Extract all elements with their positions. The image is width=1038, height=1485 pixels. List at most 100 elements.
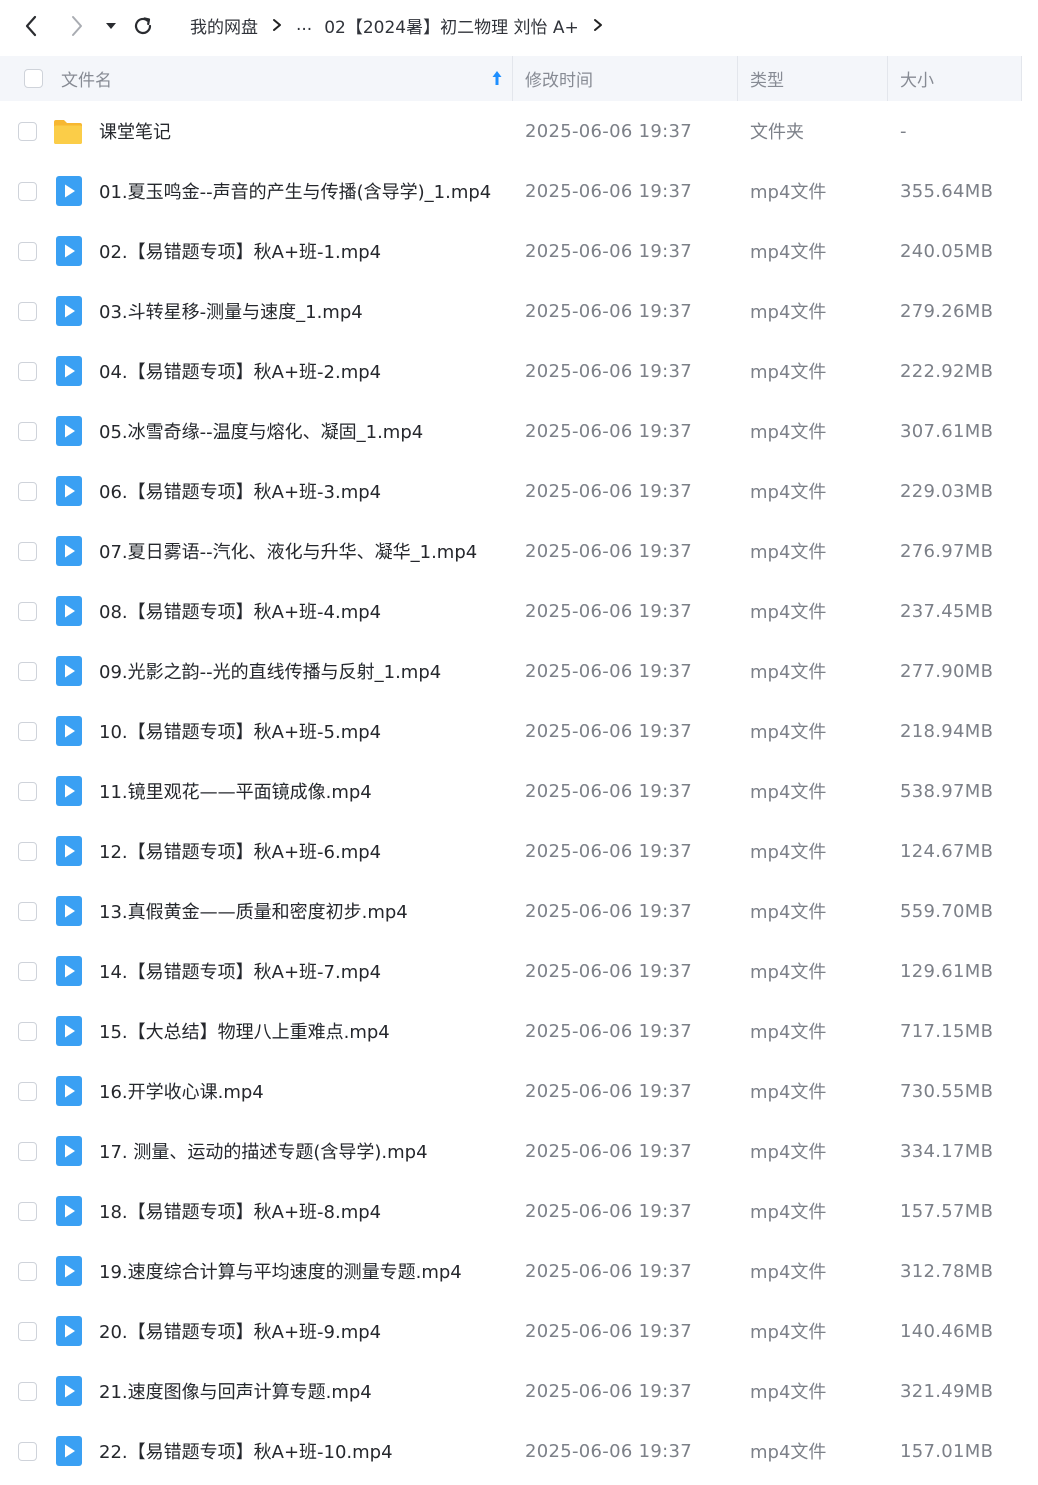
refresh-icon [134, 17, 152, 35]
file-name[interactable]: 04.【易错题专项】秋A+班-2.mp4 [99, 341, 381, 401]
file-type: mp4文件 [750, 542, 827, 563]
file-list-header: 文件名 修改时间 类型 大小 [0, 56, 1022, 101]
column-divider[interactable] [737, 56, 738, 101]
file-type: mp4文件 [750, 902, 827, 923]
file-row[interactable]: 22.【易错题专项】秋A+班-10.mp4 2025-06-06 19:37 mp4… [0, 1421, 1022, 1481]
column-divider[interactable] [887, 56, 888, 101]
file-name[interactable]: 01.夏玉鸣金--声音的产生与传播(含导学)_1.mp4 [99, 161, 491, 221]
row-checkbox[interactable] [18, 302, 37, 321]
file-name[interactable]: 03.斗转星移-测量与速度_1.mp4 [99, 281, 363, 341]
file-size: 307.61MB [900, 420, 994, 442]
file-name[interactable]: 21.速度图像与回声计算专题.mp4 [99, 1361, 372, 1421]
row-checkbox[interactable] [18, 1322, 37, 1341]
file-row[interactable]: 14.【易错题专项】秋A+班-7.mp4 2025-06-06 19:37 mp4文… [0, 941, 1022, 1001]
file-name[interactable]: 13.真假黄金——质量和密度初步.mp4 [99, 881, 408, 941]
file-name[interactable]: 08.【易错题专项】秋A+班-4.mp4 [99, 581, 381, 641]
row-checkbox[interactable] [18, 962, 37, 981]
file-row[interactable]: 02.【易错题专项】秋A+班-1.mp4 2025-06-06 19:37 mp4文… [0, 221, 1022, 281]
file-row[interactable]: 04.【易错题专项】秋A+班-2.mp4 2025-06-06 19:37 mp4文… [0, 341, 1022, 401]
file-name[interactable]: 06.【易错题专项】秋A+班-3.mp4 [99, 461, 381, 521]
file-row[interactable]: 08.【易错题专项】秋A+班-4.mp4 2025-06-06 19:37 mp4文… [0, 581, 1022, 641]
row-checkbox[interactable] [18, 722, 37, 741]
file-name[interactable]: 17. 测量、运动的描述专题(含导学).mp4 [99, 1121, 428, 1181]
file-row[interactable]: 课堂笔记 2025-06-06 19:37 文件夹 - [0, 101, 1022, 161]
file-row[interactable]: 17. 测量、运动的描述专题(含导学).mp4 2025-06-06 19:37 m… [0, 1121, 1022, 1181]
row-checkbox[interactable] [18, 482, 37, 501]
column-header-name[interactable]: 文件名 [61, 56, 112, 101]
file-name[interactable]: 02.【易错题专项】秋A+班-1.mp4 [99, 221, 381, 281]
row-checkbox[interactable] [18, 542, 37, 561]
file-modified-time: 2025-06-06 19:37 [525, 120, 693, 142]
row-checkbox[interactable] [18, 902, 37, 921]
file-row[interactable]: 21.速度图像与回声计算专题.mp4 2025-06-06 19:37 mp4文件 3… [0, 1361, 1022, 1421]
row-checkbox[interactable] [18, 662, 37, 681]
breadcrumb-current[interactable]: 02【2024暑】初二物理 刘怡 A+ [324, 13, 579, 38]
file-row[interactable]: 18.【易错题专项】秋A+班-8.mp4 2025-06-06 19:37 mp4文… [0, 1181, 1022, 1241]
file-name[interactable]: 14.【易错题专项】秋A+班-7.mp4 [99, 941, 381, 1001]
file-name[interactable]: 09.光影之韵--光的直线传播与反射_1.mp4 [99, 641, 441, 701]
column-divider[interactable] [1021, 56, 1022, 101]
file-name[interactable]: 07.夏日雾语--汽化、液化与升华、凝华_1.mp4 [99, 521, 477, 581]
forward-button[interactable] [62, 10, 92, 42]
file-name[interactable]: 课堂笔记 [99, 101, 171, 161]
row-checkbox[interactable] [18, 422, 37, 441]
file-name[interactable]: 12.【易错题专项】秋A+班-6.mp4 [99, 821, 381, 881]
column-header-type[interactable]: 类型 [750, 56, 784, 101]
column-header-modified[interactable]: 修改时间 [525, 56, 593, 101]
file-row[interactable]: 03.斗转星移-测量与速度_1.mp4 2025-06-06 19:37 mp4文件… [0, 281, 1022, 341]
breadcrumb-ellipsis[interactable]: ... [296, 15, 312, 35]
file-name[interactable]: 22.【易错题专项】秋A+班-10.mp4 [99, 1421, 393, 1481]
file-modified-time: 2025-06-06 19:37 [525, 1380, 693, 1402]
row-checkbox[interactable] [18, 122, 37, 141]
file-row[interactable]: 01.夏玉鸣金--声音的产生与传播(含导学)_1.mp4 2025-06-06 1… [0, 161, 1022, 221]
row-checkbox[interactable] [18, 1382, 37, 1401]
file-type: mp4文件 [750, 842, 827, 863]
row-checkbox[interactable] [18, 242, 37, 261]
file-name[interactable]: 18.【易错题专项】秋A+班-8.mp4 [99, 1181, 381, 1241]
file-row[interactable]: 12.【易错题专项】秋A+班-6.mp4 2025-06-06 19:37 mp4文… [0, 821, 1022, 881]
file-row[interactable]: 15.【大总结】物理八上重难点.mp4 2025-06-06 19:37 mp4文件… [0, 1001, 1022, 1061]
refresh-button[interactable] [128, 10, 158, 42]
row-checkbox[interactable] [18, 1142, 37, 1161]
row-checkbox[interactable] [18, 842, 37, 861]
file-name[interactable]: 20.【易错题专项】秋A+班-9.mp4 [99, 1301, 381, 1361]
history-dropdown-button[interactable] [98, 10, 124, 42]
row-checkbox[interactable] [18, 602, 37, 621]
file-row[interactable]: 06.【易错题专项】秋A+班-3.mp4 2025-06-06 19:37 mp4文… [0, 461, 1022, 521]
file-row[interactable]: 19.速度综合计算与平均速度的测量专题.mp4 2025-06-06 19:37 m… [0, 1241, 1022, 1301]
file-type: mp4文件 [750, 242, 827, 263]
file-row[interactable]: 09.光影之韵--光的直线传播与反射_1.mp4 2025-06-06 19:37… [0, 641, 1022, 701]
file-name[interactable]: 19.速度综合计算与平均速度的测量专题.mp4 [99, 1241, 462, 1301]
back-button[interactable] [16, 10, 46, 42]
row-checkbox[interactable] [18, 1442, 37, 1461]
row-checkbox[interactable] [18, 362, 37, 381]
file-row[interactable]: 20.【易错题专项】秋A+班-9.mp4 2025-06-06 19:37 mp4文… [0, 1301, 1022, 1361]
file-name[interactable]: 15.【大总结】物理八上重难点.mp4 [99, 1001, 390, 1061]
file-row[interactable]: 05.冰雪奇缘--温度与熔化、凝固_1.mp4 2025-06-06 19:37 m… [0, 401, 1022, 461]
row-checkbox[interactable] [18, 1022, 37, 1041]
file-row[interactable]: 16.开学收心课.mp4 2025-06-06 19:37 mp4文件 730.55M… [0, 1061, 1022, 1121]
file-row[interactable]: 13.真假黄金——质量和密度初步.mp4 2025-06-06 19:37 mp4文… [0, 881, 1022, 941]
row-checkbox[interactable] [18, 1262, 37, 1281]
column-header-size[interactable]: 大小 [900, 56, 934, 101]
row-checkbox[interactable] [18, 1202, 37, 1221]
row-checkbox[interactable] [18, 782, 37, 801]
sort-ascending-icon[interactable] [491, 70, 503, 86]
video-file-icon [56, 836, 82, 870]
file-name[interactable]: 10.【易错题专项】秋A+班-5.mp4 [99, 701, 381, 761]
breadcrumb-root[interactable]: 我的网盘 [190, 13, 258, 38]
column-divider[interactable] [512, 56, 513, 101]
file-row[interactable]: 11.镜里观花——平面镜成像.mp4 2025-06-06 19:37 mp4文件 5… [0, 761, 1022, 821]
row-checkbox[interactable] [18, 1082, 37, 1101]
file-type: mp4文件 [750, 182, 827, 203]
file-size: 559.70MB [900, 900, 994, 922]
file-name[interactable]: 05.冰雪奇缘--温度与熔化、凝固_1.mp4 [99, 401, 423, 461]
select-all-checkbox[interactable] [24, 69, 43, 88]
row-checkbox[interactable] [18, 182, 37, 201]
file-modified-time: 2025-06-06 19:37 [525, 960, 693, 982]
file-row[interactable]: 07.夏日雾语--汽化、液化与升华、凝华_1.mp4 2025-06-06 19:… [0, 521, 1022, 581]
file-name[interactable]: 11.镜里观花——平面镜成像.mp4 [99, 761, 372, 821]
file-row[interactable]: 10.【易错题专项】秋A+班-5.mp4 2025-06-06 19:37 mp4文… [0, 701, 1022, 761]
file-name[interactable]: 16.开学收心课.mp4 [99, 1061, 264, 1121]
file-type: mp4文件 [750, 1382, 827, 1403]
